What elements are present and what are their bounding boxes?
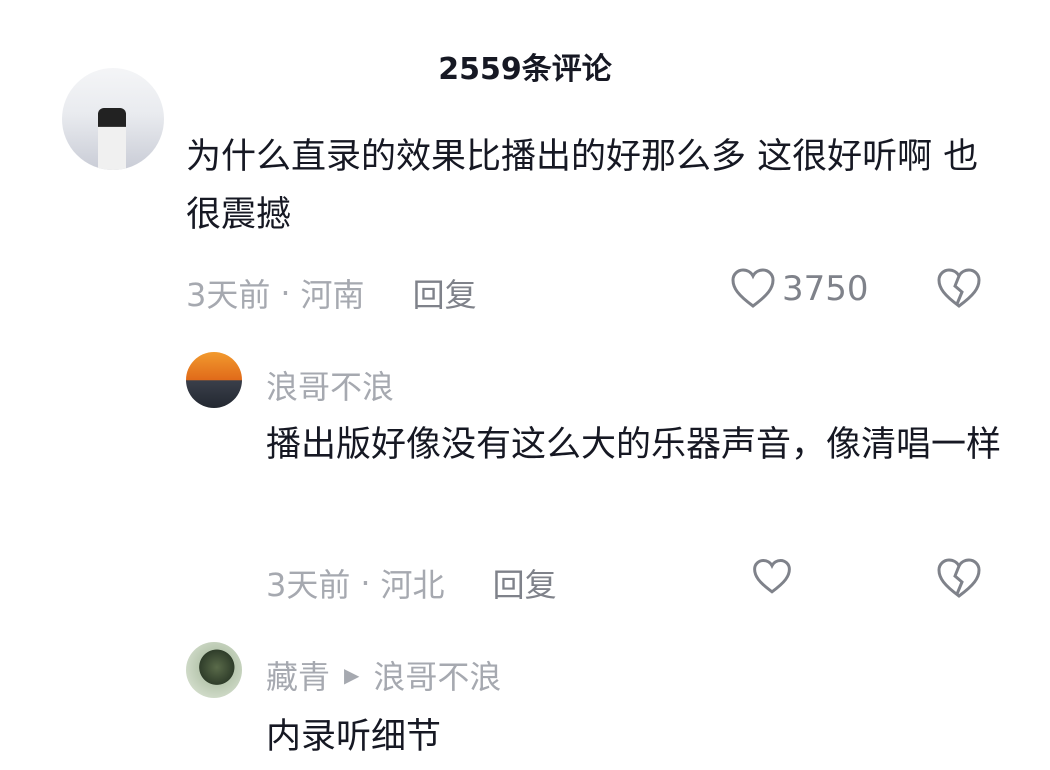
heart-outline-icon: [730, 268, 776, 310]
comment-text: 为什么直录的效果比播出的好那么多 这很好听啊 也很震撼: [186, 137, 979, 235]
dislike-button[interactable]: [936, 268, 982, 314]
dislike-button[interactable]: [936, 558, 982, 604]
comment-time: 3天前: [186, 276, 271, 314]
comment-location: 河南: [300, 276, 365, 314]
separator: ·: [360, 564, 371, 602]
broken-heart-icon: [936, 268, 982, 314]
like-count: 3750: [782, 269, 869, 309]
reply-location: 河北: [380, 566, 445, 604]
username-label[interactable]: 浪哥不浪: [266, 362, 394, 408]
reply-meta: 3天前 · 河北 回复: [266, 560, 557, 606]
like-button[interactable]: 3750: [730, 268, 869, 310]
like-button[interactable]: [752, 558, 792, 596]
reply-button[interactable]: 回复: [413, 270, 477, 316]
heart-outline-icon: [752, 558, 792, 596]
reply-username[interactable]: 浪哥不浪: [266, 362, 394, 408]
separator: ·: [280, 274, 291, 312]
username-label[interactable]: 藏青: [266, 652, 330, 698]
reply-time: 3天前: [266, 566, 351, 604]
avatar[interactable]: [62, 68, 164, 170]
broken-heart-icon: [936, 558, 982, 604]
reply-button[interactable]: 回复: [493, 560, 557, 606]
reply-username[interactable]: 藏青 ▶ 浪哥不浪: [266, 652, 501, 698]
comment-meta: 3天前 · 河南 回复: [186, 270, 477, 316]
comment-count-title: 2559条评论: [438, 52, 612, 87]
reply-text: 内录听细节: [266, 717, 442, 757]
reply-to-username[interactable]: 浪哥不浪: [373, 652, 501, 698]
reply-text: 播出版好像没有这么大的乐器声音，像清唱一样: [266, 425, 1002, 465]
play-triangle-icon: ▶: [344, 663, 360, 687]
avatar[interactable]: [186, 352, 242, 408]
avatar[interactable]: [186, 642, 242, 698]
